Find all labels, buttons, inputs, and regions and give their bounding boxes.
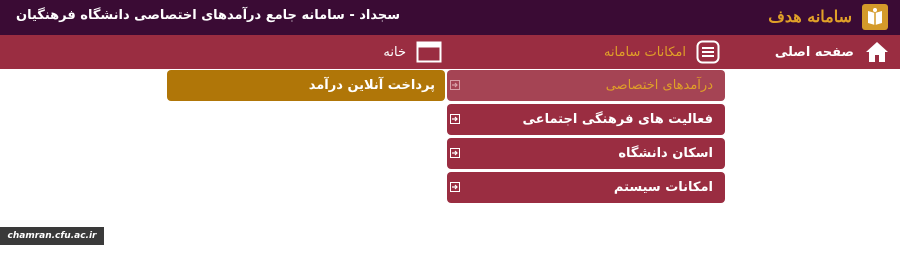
main-navbar: صفحه اصلی امکانات سامانه خانه <box>0 35 900 69</box>
window-icon <box>416 41 442 63</box>
submenu-item-label: پرداخت آنلاین درآمد <box>308 78 435 93</box>
menu-item-system-facilities[interactable]: امکانات سیستم <box>447 172 725 203</box>
menu-item-label: اسکان دانشگاه <box>618 146 713 161</box>
menu-item-university-housing[interactable]: اسکان دانشگاه <box>447 138 725 169</box>
house-icon <box>866 42 888 62</box>
nav-main-page-label: صفحه اصلی <box>774 44 854 60</box>
enter-arrow-icon <box>450 182 460 192</box>
menu-item-cultural-activities[interactable]: فعالیت های فرهنگی اجتماعی <box>447 104 725 135</box>
nav-main-page[interactable]: صفحه اصلی <box>775 35 890 69</box>
nav-home-label: خانه <box>383 44 406 60</box>
book-logo-icon[interactable] <box>862 4 888 30</box>
nav-system-facilities[interactable]: امکانات سامانه <box>604 35 720 69</box>
app-title: سجداد - سامانه جامع درآمدهای اختصاصی دان… <box>16 8 401 23</box>
enter-arrow-icon <box>450 114 460 124</box>
enter-arrow-icon <box>450 80 460 90</box>
list-menu-icon <box>696 40 720 64</box>
submenu-item-online-payment[interactable]: پرداخت آنلاین درآمد <box>167 70 445 101</box>
menu-item-exclusive-income[interactable]: درآمدهای اختصاصی <box>447 70 725 101</box>
nav-home[interactable]: خانه <box>383 35 442 69</box>
brand-name[interactable]: سامانه هدف <box>768 7 852 26</box>
site-url-badge: chamran.cfu.ac.ir <box>0 227 104 245</box>
menu-item-label: فعالیت های فرهنگی اجتماعی <box>522 112 713 127</box>
header-bar: سامانه هدف سجداد - سامانه جامع درآمدهای … <box>0 0 900 35</box>
menu-item-label: امکانات سیستم <box>613 180 713 195</box>
enter-arrow-icon <box>450 148 460 158</box>
nav-system-facilities-label: امکانات سامانه <box>603 44 686 60</box>
menu-item-label: درآمدهای اختصاصی <box>605 78 713 93</box>
